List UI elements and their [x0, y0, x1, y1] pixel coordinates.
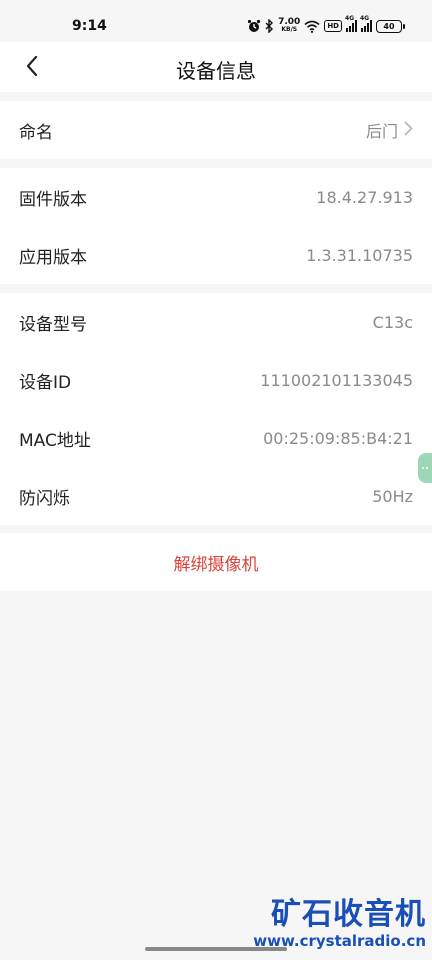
device-model-label: 设备型号	[19, 314, 87, 335]
anti-flicker-row: 防闪烁 50Hz	[0, 467, 432, 525]
app-version-label: 应用版本	[19, 247, 87, 268]
chevron-right-icon	[404, 121, 413, 140]
watermark-title: 矿石收音机	[271, 897, 426, 932]
unbind-camera-label: 解绑摄像机	[173, 554, 259, 575]
mac-address-label: MAC地址	[19, 430, 91, 451]
firmware-version-value: 18.4.27.913	[316, 187, 413, 207]
app-version-row: 应用版本 1.3.31.10735	[0, 226, 432, 284]
app-header: 设备信息	[0, 42, 432, 92]
name-section: 命名 后门	[0, 101, 432, 159]
name-value: 后门	[365, 122, 398, 141]
unbind-camera-button[interactable]: 解绑摄像机	[0, 533, 432, 591]
device-model-value: C13c	[372, 312, 413, 332]
firmware-version-label: 固件版本	[19, 189, 87, 210]
network-speed-unit: KB/S	[281, 26, 298, 33]
page-title: 设备信息	[176, 59, 256, 83]
anti-flicker-label: 防闪烁	[19, 488, 70, 509]
home-indicator[interactable]	[145, 947, 287, 951]
name-label: 命名	[19, 122, 53, 143]
status-time: 9:14	[72, 18, 107, 34]
mac-address-value: 00:25:09:85:B4:21	[263, 428, 413, 448]
wifi-icon	[304, 20, 320, 33]
network-speed-value: 7.00	[278, 17, 301, 27]
device-model-row: 设备型号 C13c	[0, 293, 432, 351]
floating-side-tab[interactable]	[418, 453, 432, 483]
device-section: 设备型号 C13c 设备ID 111002101133045 MAC地址 00:…	[0, 293, 432, 525]
signal-sim1-label: 4G	[345, 15, 355, 22]
bluetooth-icon	[265, 19, 274, 33]
signal-sim1-icon: 4G	[345, 15, 357, 32]
hd-voice-badge: HD	[324, 20, 342, 32]
signal-sim2-label: 4G	[360, 15, 370, 22]
version-section: 固件版本 18.4.27.913 应用版本 1.3.31.10735	[0, 168, 432, 284]
status-bar: 9:14 7.00 KB/S HD 4G 4G 40	[0, 0, 432, 42]
device-id-value: 111002101133045	[260, 370, 413, 390]
app-version-value: 1.3.31.10735	[306, 245, 413, 265]
network-speed: 7.00 KB/S	[278, 18, 300, 34]
mac-address-row: MAC地址 00:25:09:85:B4:21	[0, 409, 432, 467]
battery-icon: 40	[376, 19, 405, 33]
name-value-group: 后门	[366, 118, 413, 142]
device-id-label: 设备ID	[19, 372, 72, 393]
device-id-row: 设备ID 111002101133045	[0, 351, 432, 409]
status-icons: 7.00 KB/S HD 4G 4G 40	[247, 15, 405, 36]
anti-flicker-value: 50Hz	[372, 486, 413, 506]
signal-sim2-icon: 4G	[360, 15, 372, 32]
firmware-version-row: 固件版本 18.4.27.913	[0, 168, 432, 226]
alarm-icon	[247, 19, 261, 33]
watermark: 矿石收音机 www.crystalradio.cn	[253, 897, 426, 951]
name-row[interactable]: 命名 后门	[0, 101, 432, 159]
